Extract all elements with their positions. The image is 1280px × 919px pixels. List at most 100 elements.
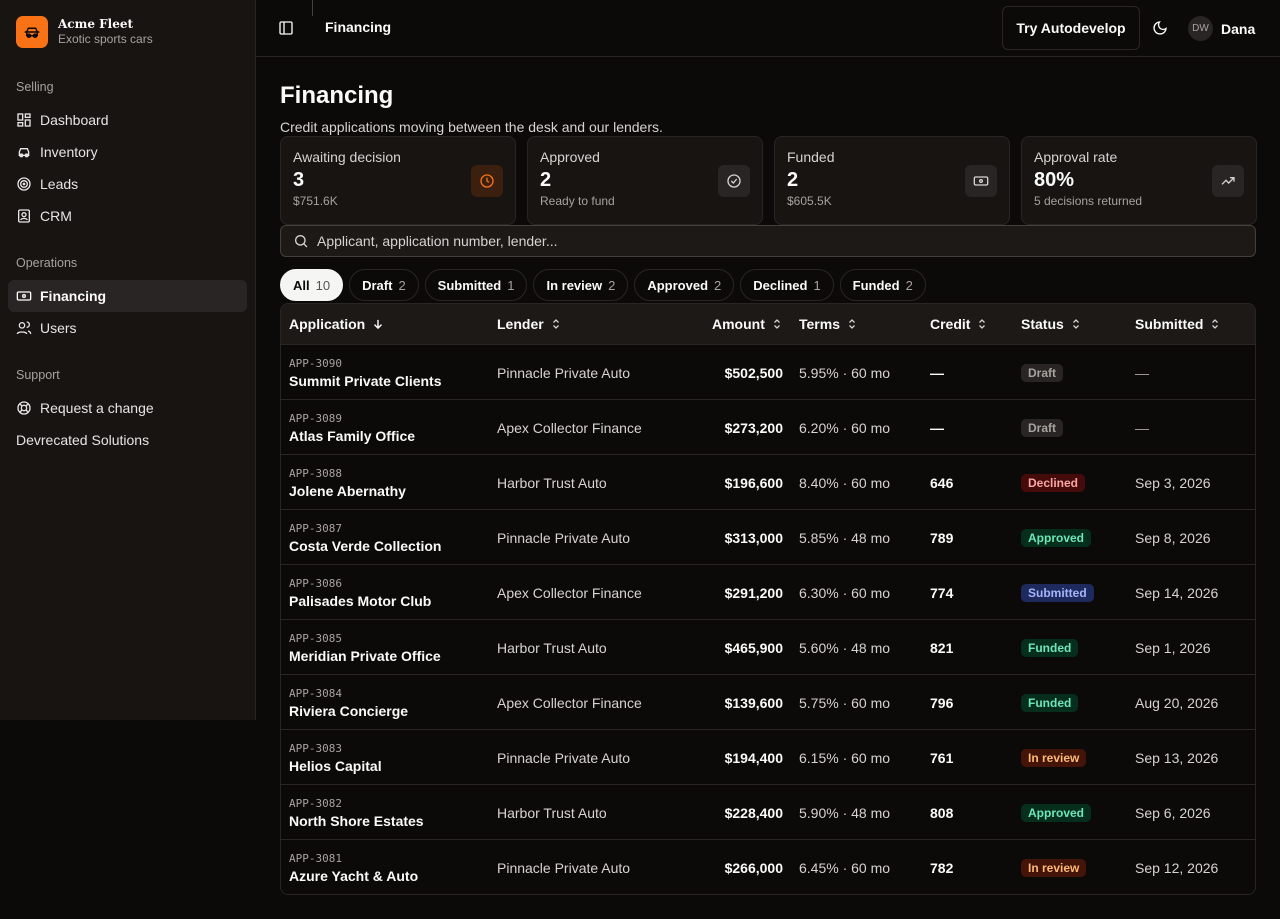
- status-cell: In review: [1021, 840, 1131, 894]
- table-row[interactable]: APP-3088 Jolene Abernathy Harbor Trust Aut…: [281, 455, 1255, 510]
- application-cell: APP-3088 Jolene Abernathy: [289, 455, 489, 510]
- column-header-submitted[interactable]: Submitted: [1135, 316, 1221, 332]
- application-number: APP-3083: [289, 741, 342, 755]
- sidebar-item-label: Dashboard: [40, 112, 109, 128]
- sidebar-toggle-button[interactable]: [276, 18, 296, 38]
- table-row[interactable]: APP-3081 Azure Yacht & Auto Pinnacle Priva…: [281, 840, 1255, 894]
- nav-group-selling: Selling: [16, 80, 54, 94]
- try-autodevelop-button[interactable]: Try Autodevelop: [1002, 6, 1140, 50]
- status-badge: Approved: [1021, 803, 1092, 822]
- table-row[interactable]: APP-3082 North Shore Estates Harbor Trust …: [281, 785, 1255, 840]
- application-cell: APP-3081 Azure Yacht & Auto: [289, 840, 489, 894]
- sidebar-item-leads[interactable]: Leads: [8, 168, 247, 200]
- user-menu[interactable]: DW Dana: [1188, 16, 1255, 41]
- sidebar-item-label: Leads: [40, 176, 79, 192]
- submitted-cell: Sep 8, 2026: [1135, 529, 1211, 546]
- applications-table: Application Lender Amount Terms Credit S…: [280, 303, 1256, 895]
- arrow-down-icon: [374, 319, 383, 330]
- table-row[interactable]: APP-3086 Palisades Motor Club Apex Collect…: [281, 565, 1255, 620]
- applicant-name: Azure Yacht & Auto: [289, 867, 419, 884]
- applicant-name: North Shore Estates: [289, 812, 424, 829]
- submitted-cell: Sep 6, 2026: [1135, 804, 1211, 821]
- sort-icon: [849, 319, 855, 329]
- check-circle-icon: [718, 165, 750, 197]
- sidebar-item-financing[interactable]: Financing: [8, 280, 247, 312]
- tab-funded[interactable]: Funded 2: [839, 269, 926, 301]
- users-icon: [16, 321, 32, 335]
- page-title: Financing: [280, 82, 394, 109]
- sidebar-item-devrecated-solutions[interactable]: Devrecated Solutions: [8, 424, 247, 456]
- stat-sub: 5 decisions returned: [1034, 194, 1143, 208]
- tab-all[interactable]: All 10: [280, 269, 344, 301]
- application-cell: APP-3084 Riviera Concierge: [289, 675, 489, 730]
- terms-cell: 5.60% · 48 mo: [799, 639, 891, 656]
- sidebar-item-users[interactable]: Users: [8, 312, 247, 344]
- column-header-application[interactable]: Application: [289, 316, 385, 332]
- column-header-status[interactable]: Status: [1021, 316, 1082, 332]
- stat-sub: Ready to fund: [540, 194, 615, 208]
- application-number: APP-3086: [289, 576, 342, 590]
- credit-cell: 782: [930, 859, 954, 876]
- amount-cell: $273,200: [724, 419, 783, 436]
- application-cell: APP-3090 Summit Private Clients: [289, 345, 489, 400]
- amount-cell: $465,900: [724, 639, 783, 656]
- submitted-cell: —: [1135, 364, 1149, 381]
- column-label: Lender: [497, 316, 544, 332]
- sidebar-item-crm[interactable]: CRM: [8, 200, 247, 232]
- search-bar[interactable]: [280, 225, 1256, 257]
- sidebar-item-dashboard[interactable]: Dashboard: [8, 104, 247, 136]
- terms-cell: 8.40% · 60 mo: [799, 474, 891, 491]
- table-row[interactable]: APP-3085 Meridian Private Office Harbor Tr…: [281, 620, 1255, 675]
- tab-draft[interactable]: Draft 2: [349, 269, 419, 301]
- tab-in-review[interactable]: In review 2: [533, 269, 629, 301]
- table-row[interactable]: APP-3090 Summit Private Clients Pinnacle P…: [281, 345, 1255, 400]
- status-cell: In review: [1021, 730, 1131, 785]
- column-header-terms[interactable]: Terms: [799, 316, 858, 332]
- terms-cell: 6.20% · 60 mo: [799, 419, 891, 436]
- applicant-name: Summit Private Clients: [289, 372, 442, 389]
- application-cell: APP-3087 Costa Verde Collection: [289, 510, 489, 565]
- theme-toggle-button[interactable]: [1150, 18, 1170, 38]
- status-badge: In review: [1021, 858, 1087, 877]
- sidebar-item-inventory[interactable]: Inventory: [8, 136, 247, 168]
- dashboard-icon: [17, 113, 31, 127]
- application-cell: APP-3086 Palisades Motor Club: [289, 565, 489, 620]
- sidebar-item-request-change[interactable]: Request a change: [8, 392, 247, 424]
- tab-submitted[interactable]: Submitted 1: [424, 269, 528, 301]
- terms-cell: 5.85% · 48 mo: [799, 529, 891, 546]
- table-row[interactable]: APP-3087 Costa Verde Collection Pinnacle P…: [281, 510, 1255, 565]
- sidebar-item-label: CRM: [40, 208, 72, 224]
- column-label: Terms: [799, 316, 840, 332]
- sort-icon: [773, 319, 780, 329]
- lender-cell: Pinnacle Private Auto: [497, 749, 631, 766]
- column-header-credit[interactable]: Credit: [930, 316, 988, 332]
- terms-cell: 5.75% · 60 mo: [799, 694, 891, 711]
- search-input[interactable]: [317, 233, 1217, 249]
- tab-declined[interactable]: Declined 1: [740, 269, 834, 301]
- credit-cell: 796: [930, 694, 954, 711]
- applicant-name: Meridian Private Office: [289, 647, 441, 664]
- search-icon: [295, 235, 308, 248]
- table-row[interactable]: APP-3089 Atlas Family Office Apex Collecto…: [281, 400, 1255, 455]
- contact-icon: [18, 209, 30, 223]
- clock-icon: [471, 165, 503, 197]
- submitted-cell: Sep 12, 2026: [1135, 859, 1219, 876]
- application-number: APP-3085: [289, 631, 342, 645]
- application-number: APP-3081: [289, 851, 342, 865]
- sidebar: Acme Fleet Exotic sports cars Selling Da…: [0, 0, 256, 720]
- application-number: APP-3082: [289, 796, 342, 810]
- tab-approved[interactable]: Approved 2: [634, 269, 735, 301]
- column-header-lender[interactable]: Lender: [497, 316, 562, 332]
- submitted-cell: —: [1135, 419, 1149, 436]
- status-badge: Funded: [1021, 638, 1079, 657]
- credit-cell: 646: [930, 474, 954, 491]
- table-row[interactable]: APP-3083 Helios Capital Pinnacle Private A…: [281, 730, 1255, 785]
- table-row[interactable]: APP-3084 Riviera Concierge Apex Collector …: [281, 675, 1255, 730]
- terms-cell: 5.95% · 60 mo: [799, 364, 891, 381]
- page-subtitle: Credit applications moving between the d…: [280, 119, 663, 135]
- column-label: Application: [289, 316, 366, 332]
- stat-card-approval-rate: Approval rate 80% 5 decisions returned: [1021, 136, 1257, 225]
- brand[interactable]: Acme Fleet Exotic sports cars: [16, 16, 153, 48]
- column-header-amount[interactable]: Amount: [712, 316, 783, 332]
- status-badge: Funded: [1021, 693, 1079, 712]
